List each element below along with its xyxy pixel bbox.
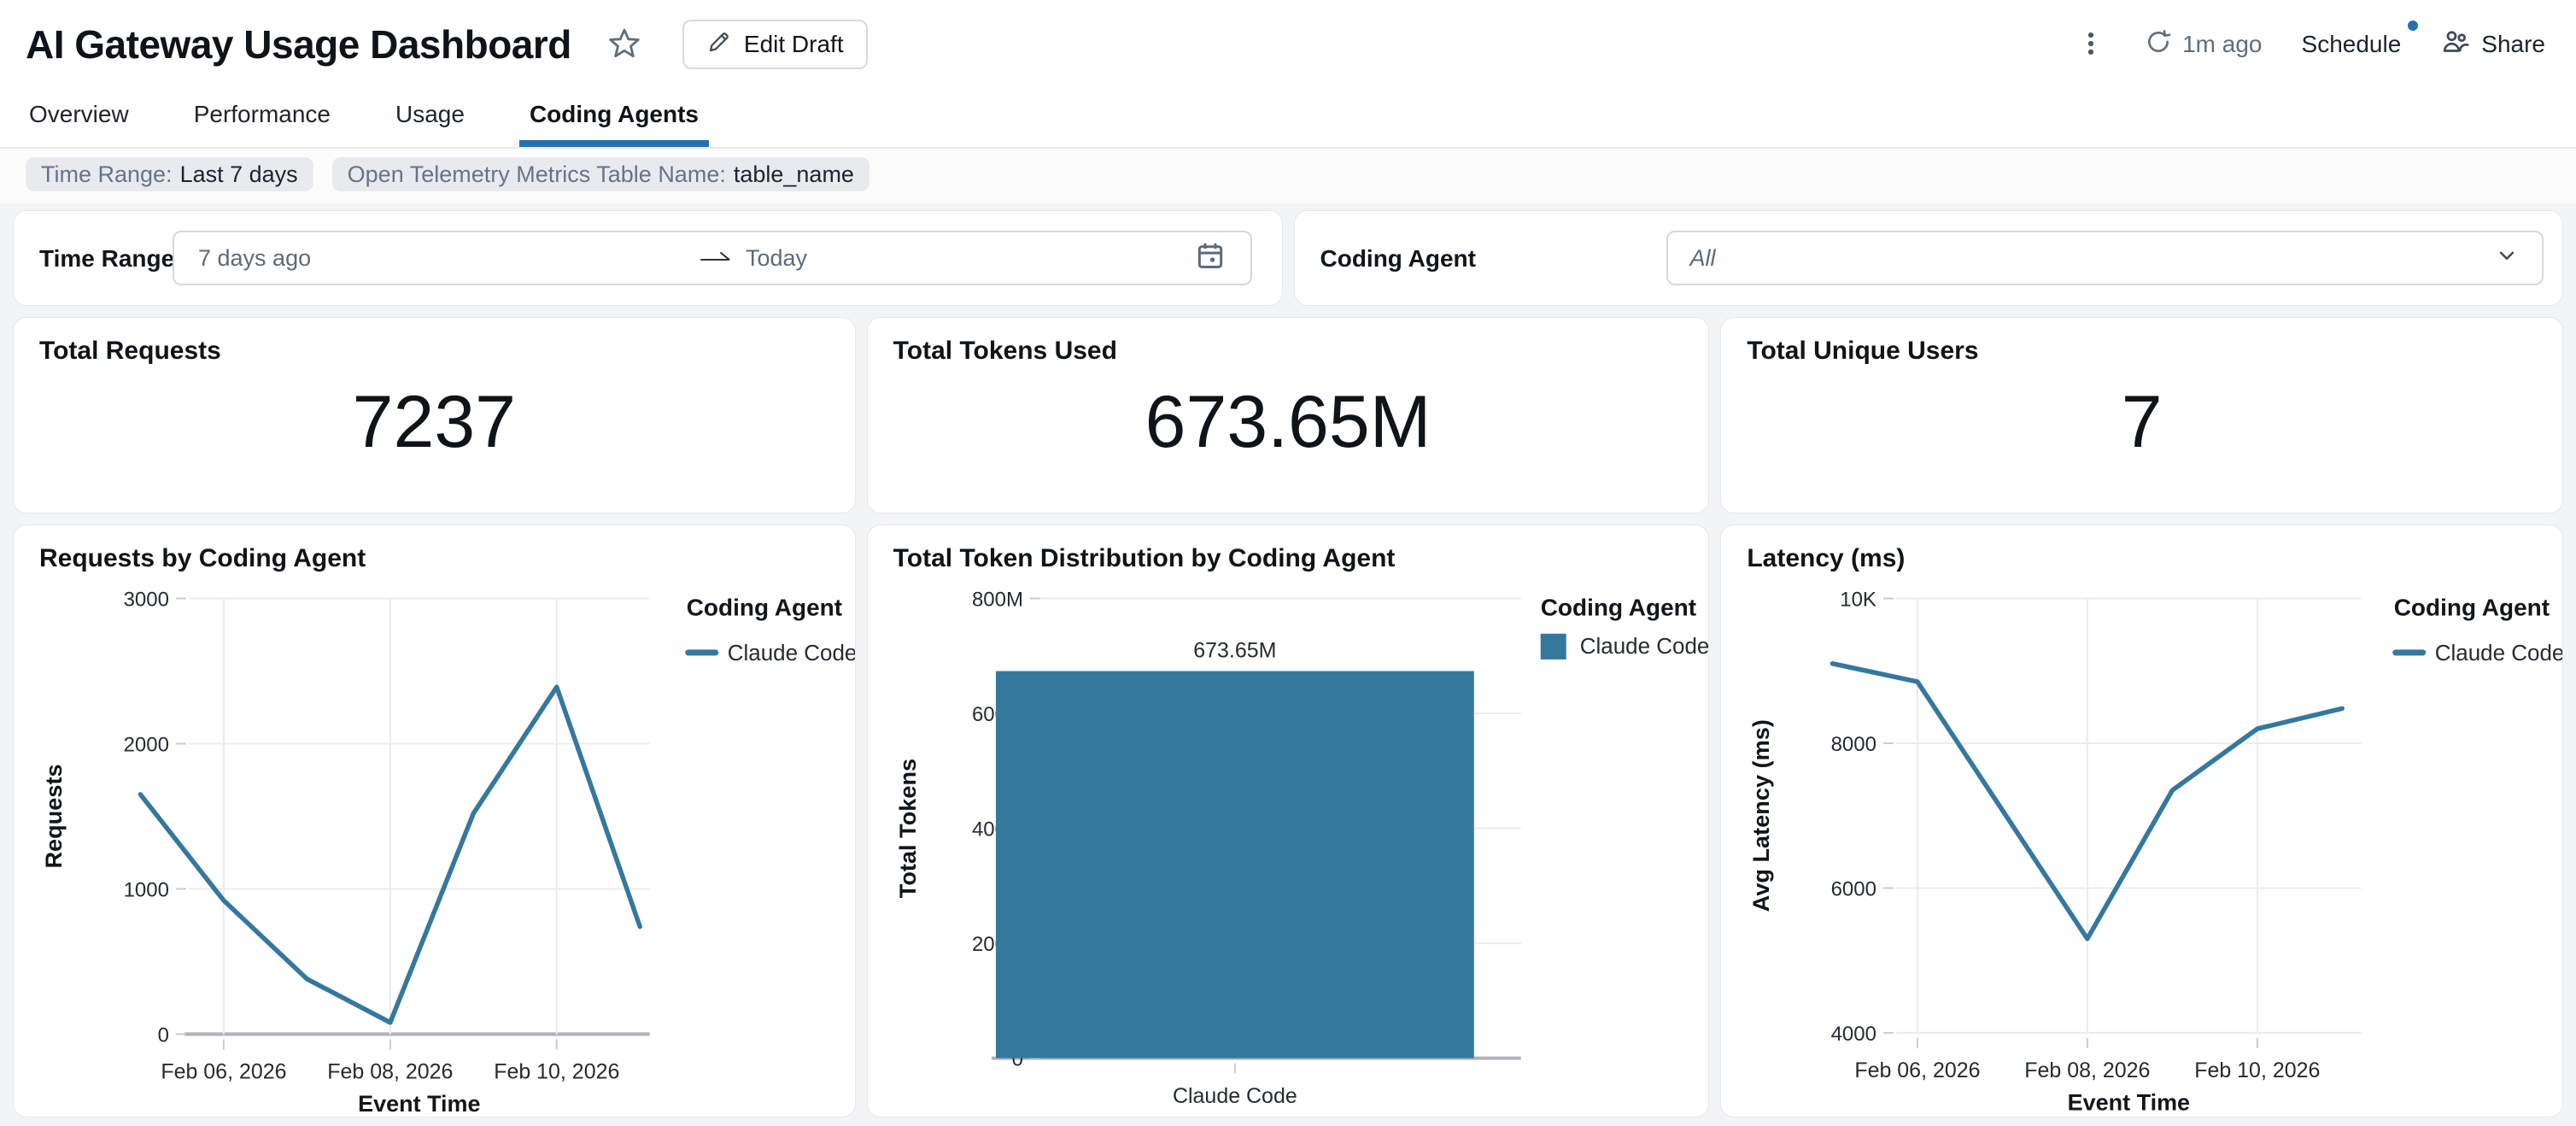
- chart-title: Latency (ms): [1747, 544, 1905, 573]
- tokens-bar-chart: 0200M400M600M800M673.65MClaude CodeTotal…: [868, 525, 1709, 1117]
- svg-text:Claude Code: Claude Code: [1173, 1084, 1297, 1108]
- svg-text:1000: 1000: [124, 878, 169, 901]
- right-arrow-icon: [698, 245, 734, 272]
- dashboard-canvas: Time Range 7 days ago Today: [0, 203, 2576, 1126]
- svg-text:Feb 08, 2026: Feb 08, 2026: [327, 1060, 453, 1084]
- refresh-button[interactable]: 1m ago: [2145, 28, 2262, 62]
- svg-text:Feb 10, 2026: Feb 10, 2026: [2195, 1059, 2321, 1082]
- page-title: AI Gateway Usage Dashboard: [26, 21, 571, 67]
- svg-text:Event Time: Event Time: [358, 1090, 480, 1117]
- time-range-filter-label: Time Range: [39, 211, 174, 307]
- kpi-value: 7237: [353, 380, 516, 465]
- header: AI Gateway Usage Dashboard Edit Draft: [0, 0, 2576, 89]
- parameter-chip-strip: Time Range: Last 7 days Open Telemetry M…: [0, 149, 2576, 203]
- tab-overview[interactable]: Overview: [26, 89, 132, 147]
- schedule-button[interactable]: Schedule: [2302, 31, 2402, 58]
- refresh-icon: [2145, 28, 2172, 62]
- time-range-filter-card: Time Range 7 days ago Today: [13, 210, 1283, 306]
- svg-text:Claude Code: Claude Code: [1579, 633, 1708, 659]
- coding-agent-select[interactable]: All: [1666, 231, 2544, 285]
- table-name-chip[interactable]: Open Telemetry Metrics Table Name: table…: [332, 157, 869, 191]
- svg-text:Claude Code: Claude Code: [2435, 640, 2562, 666]
- kebab-menu-icon: [2076, 29, 2105, 61]
- favorite-button[interactable]: [607, 26, 641, 63]
- svg-text:2000: 2000: [124, 733, 169, 756]
- svg-text:4000: 4000: [1831, 1023, 1876, 1046]
- share-people-icon: [2440, 26, 2471, 63]
- range-start-value[interactable]: 7 days ago: [198, 245, 698, 272]
- tab-coding-agents[interactable]: Coding Agents: [526, 89, 702, 147]
- star-icon: [607, 26, 641, 63]
- chart-title: Requests by Coding Agent: [39, 544, 366, 573]
- svg-text:8000: 8000: [1831, 733, 1876, 756]
- svg-text:800M: 800M: [972, 588, 1023, 611]
- chart-title: Total Token Distribution by Coding Agent: [893, 544, 1396, 573]
- refresh-timestamp: 1m ago: [2182, 31, 2262, 58]
- schedule-label: Schedule: [2302, 31, 2402, 58]
- kpi-value: 673.65M: [1145, 380, 1431, 465]
- latency-line-chart: 4000 6000 8000 10K Feb 06, 2026 Feb 08, 2026 F…: [1721, 525, 2562, 1117]
- coding-agent-filter-label: Coding Agent: [1320, 211, 1476, 307]
- kpi-total-requests: Total Requests 7237: [13, 317, 856, 513]
- chevron-down-icon: [2494, 243, 2520, 274]
- svg-text:Feb 10, 2026: Feb 10, 2026: [494, 1060, 619, 1084]
- range-end-value[interactable]: Today: [746, 245, 807, 272]
- kebab-menu-button[interactable]: [2076, 29, 2105, 61]
- schedule-notification-dot: [2408, 21, 2418, 31]
- svg-text:Feb 06, 2026: Feb 06, 2026: [161, 1060, 286, 1084]
- chip-label: Time Range:: [41, 161, 173, 188]
- share-label: Share: [2481, 31, 2545, 58]
- tab-bar: Overview Performance Usage Coding Agents: [0, 89, 2576, 149]
- coding-agent-filter-card: Coding Agent All: [1294, 210, 2564, 306]
- svg-text:Claude Code: Claude Code: [728, 640, 855, 666]
- svg-text:Total Tokens: Total Tokens: [894, 759, 921, 898]
- kpi-value: 7: [2122, 380, 2163, 465]
- svg-text:Event Time: Event Time: [2068, 1088, 2190, 1115]
- tab-usage[interactable]: Usage: [392, 89, 468, 147]
- share-button[interactable]: Share: [2440, 26, 2545, 63]
- kpi-title: Total Tokens Used: [893, 337, 1117, 366]
- tab-performance[interactable]: Performance: [190, 89, 334, 147]
- chart-latency: 4000 6000 8000 10K Feb 06, 2026 Feb 08, 2026 F…: [1720, 525, 2563, 1117]
- dashboard-page: AI Gateway Usage Dashboard Edit Draft: [0, 0, 2576, 1126]
- chip-label: Open Telemetry Metrics Table Name:: [348, 161, 726, 188]
- requests-line-chart: 0 1000 2000 3000 Feb 06, 2026 Feb 08, 2026 Feb…: [14, 525, 855, 1117]
- kpi-title: Total Requests: [39, 337, 221, 366]
- coding-agent-selected-value: All: [1690, 245, 1716, 272]
- calendar-icon[interactable]: [1194, 239, 1227, 278]
- svg-text:Coding Agent: Coding Agent: [2394, 595, 2550, 621]
- svg-text:Coding Agent: Coding Agent: [1540, 595, 1695, 621]
- svg-text:10K: 10K: [1841, 588, 1877, 611]
- chip-value: table_name: [734, 161, 854, 188]
- edit-draft-label: Edit Draft: [744, 31, 844, 58]
- svg-text:Feb 06, 2026: Feb 06, 2026: [1855, 1059, 1981, 1082]
- svg-text:3000: 3000: [124, 588, 169, 611]
- kpi-total-unique-users: Total Unique Users 7: [1720, 317, 2563, 513]
- kpi-title: Total Unique Users: [1747, 337, 1978, 366]
- svg-text:673.65M: 673.65M: [1193, 638, 1276, 662]
- svg-text:Requests: Requests: [40, 764, 67, 868]
- chart-token-distribution: 0200M400M600M800M673.65MClaude CodeTotal…: [867, 525, 1710, 1117]
- edit-draft-button[interactable]: Edit Draft: [682, 20, 868, 69]
- svg-text:Coding Agent: Coding Agent: [687, 595, 842, 621]
- pencil-icon: [706, 29, 732, 61]
- svg-text:0: 0: [158, 1023, 169, 1047]
- svg-text:Avg Latency (ms): Avg Latency (ms): [1748, 719, 1774, 912]
- chart-requests-by-coding-agent: 0 1000 2000 3000 Feb 06, 2026 Feb 08, 2026 Feb…: [13, 525, 856, 1117]
- time-range-input[interactable]: 7 days ago Today: [173, 231, 1252, 285]
- svg-text:6000: 6000: [1831, 877, 1876, 900]
- kpi-total-tokens-used: Total Tokens Used 673.65M: [867, 317, 1710, 513]
- time-range-chip[interactable]: Time Range: Last 7 days: [26, 157, 313, 191]
- svg-text:Feb 08, 2026: Feb 08, 2026: [2025, 1059, 2151, 1082]
- chip-value: Last 7 days: [180, 161, 298, 188]
